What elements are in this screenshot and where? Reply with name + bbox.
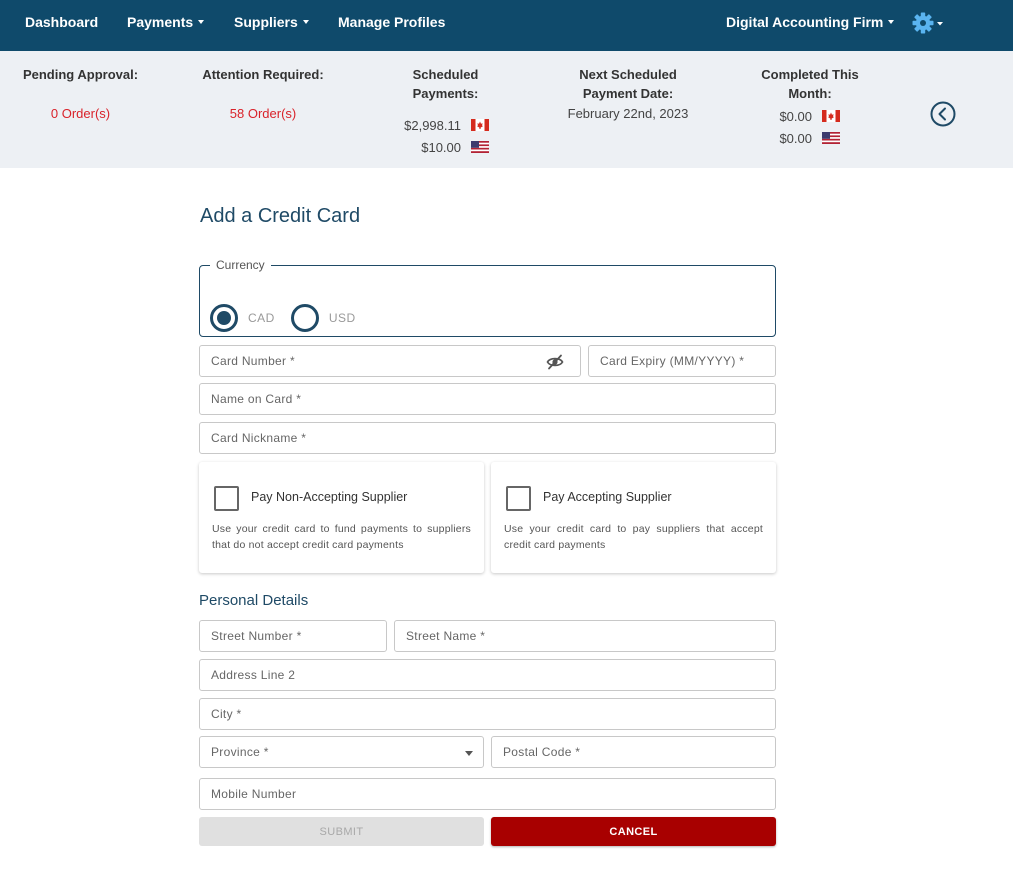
postal-code-field	[491, 736, 776, 768]
stat-label: Scheduled Payments:	[412, 67, 479, 101]
currency-radio-group: CAD USD	[210, 304, 372, 332]
option-description: Use your credit card to pay suppliers th…	[504, 523, 763, 551]
page-title: Add a Credit Card	[200, 205, 361, 227]
stat-pending-approval: Pending Approval: 0 Order(s)	[20, 65, 141, 121]
stat-label: Completed This Month:	[761, 67, 859, 101]
personal-details-heading: Personal Details	[199, 592, 309, 609]
cancel-button[interactable]: CANCEL	[491, 817, 776, 846]
scheduled-cad-amount: $2,998.11	[404, 117, 461, 133]
pending-orders-link[interactable]: 0 Order(s)	[20, 106, 141, 121]
currency-fieldset: Currency CAD USD	[199, 258, 776, 337]
stat-label: Attention Required:	[202, 67, 324, 82]
stat-label: Pending Approval:	[22, 67, 139, 82]
next-payment-date: February 22nd, 2023	[567, 106, 689, 121]
currency-label-usd: USD	[328, 311, 356, 325]
address-line2-input[interactable]	[200, 660, 775, 690]
city-field	[199, 698, 776, 730]
eye-off-icon[interactable]	[546, 354, 564, 370]
submit-button[interactable]: SUBMIT	[199, 817, 484, 846]
scheduled-cad-row: $2,998.11	[378, 114, 489, 136]
stat-scheduled-payments: Scheduled Payments: $2,998.11 $10.00	[378, 65, 513, 158]
option-description: Use your credit card to fund payments to…	[212, 523, 471, 551]
card-number-field	[199, 345, 581, 377]
card-nickname-field	[199, 422, 776, 454]
city-input[interactable]	[200, 699, 775, 729]
gear-icon[interactable]	[912, 12, 944, 34]
currency-label-cad: CAD	[248, 311, 275, 325]
nav-manage-profiles[interactable]: Manage Profiles	[338, 0, 445, 45]
name-on-card-input[interactable]	[200, 384, 775, 414]
canada-flag-icon	[822, 110, 840, 122]
accepting-checkbox[interactable]	[506, 486, 531, 511]
firm-selector[interactable]: Digital Accounting Firm	[726, 0, 895, 45]
card-expiry-field	[588, 345, 776, 377]
completed-usd-row: $0.00	[755, 127, 840, 149]
stat-label: Next Scheduled Payment Date:	[579, 67, 677, 101]
option-pay-non-accepting[interactable]: Pay Non-Accepting Supplier Use your cred…	[199, 462, 484, 573]
street-number-field	[199, 620, 387, 652]
option-title: Pay Accepting Supplier	[543, 490, 672, 504]
caret-down-icon	[465, 751, 473, 756]
stat-next-scheduled: Next Scheduled Payment Date: February 22n…	[556, 65, 700, 121]
scheduled-usd-row: $10.00	[378, 136, 489, 158]
chevron-left-circle-icon[interactable]	[930, 101, 956, 127]
mobile-number-field	[199, 778, 776, 810]
street-name-input[interactable]	[395, 621, 775, 651]
address-line2-field	[199, 659, 776, 691]
canada-flag-icon	[471, 119, 489, 131]
street-number-input[interactable]	[200, 621, 386, 651]
stat-completed-month: Completed This Month: $0.00 $0.00	[755, 65, 865, 149]
caret-down-icon	[198, 20, 205, 25]
caret-down-icon	[302, 20, 309, 25]
card-expiry-input[interactable]	[589, 346, 775, 376]
street-name-field	[394, 620, 776, 652]
usa-flag-icon	[471, 141, 489, 153]
stat-attention-required: Attention Required: 58 Order(s)	[198, 65, 328, 121]
option-pay-accepting[interactable]: Pay Accepting Supplier Use your credit c…	[491, 462, 776, 573]
currency-legend: Currency	[216, 258, 265, 272]
card-number-input[interactable]	[200, 346, 580, 376]
mobile-number-input[interactable]	[200, 779, 775, 809]
completed-cad-row: $0.00	[755, 105, 840, 127]
top-nav: Dashboard Payments Suppliers Manage Prof…	[0, 0, 1013, 51]
summary-bar: Pending Approval: 0 Order(s) Attention R…	[0, 51, 1013, 168]
non-accepting-checkbox[interactable]	[214, 486, 239, 511]
completed-usd-amount: $0.00	[779, 130, 812, 146]
province-select-label: Province *	[211, 745, 269, 759]
name-on-card-field	[199, 383, 776, 415]
scheduled-usd-amount: $10.00	[421, 139, 461, 155]
usa-flag-icon	[822, 132, 840, 144]
attention-orders-link[interactable]: 58 Order(s)	[198, 106, 328, 121]
nav-dashboard[interactable]: Dashboard	[25, 0, 98, 45]
postal-code-input[interactable]	[492, 737, 775, 767]
card-nickname-input[interactable]	[200, 423, 775, 453]
radio-selected-dot	[217, 311, 231, 325]
nav-payments[interactable]: Payments	[127, 0, 205, 45]
option-title: Pay Non-Accepting Supplier	[251, 490, 408, 504]
caret-down-icon	[888, 20, 895, 25]
province-select[interactable]: Province *	[199, 736, 484, 768]
nav-suppliers[interactable]: Suppliers	[234, 0, 309, 45]
currency-radio-usd[interactable]	[290, 304, 319, 332]
completed-cad-amount: $0.00	[779, 108, 812, 124]
currency-radio-cad[interactable]	[210, 304, 238, 332]
